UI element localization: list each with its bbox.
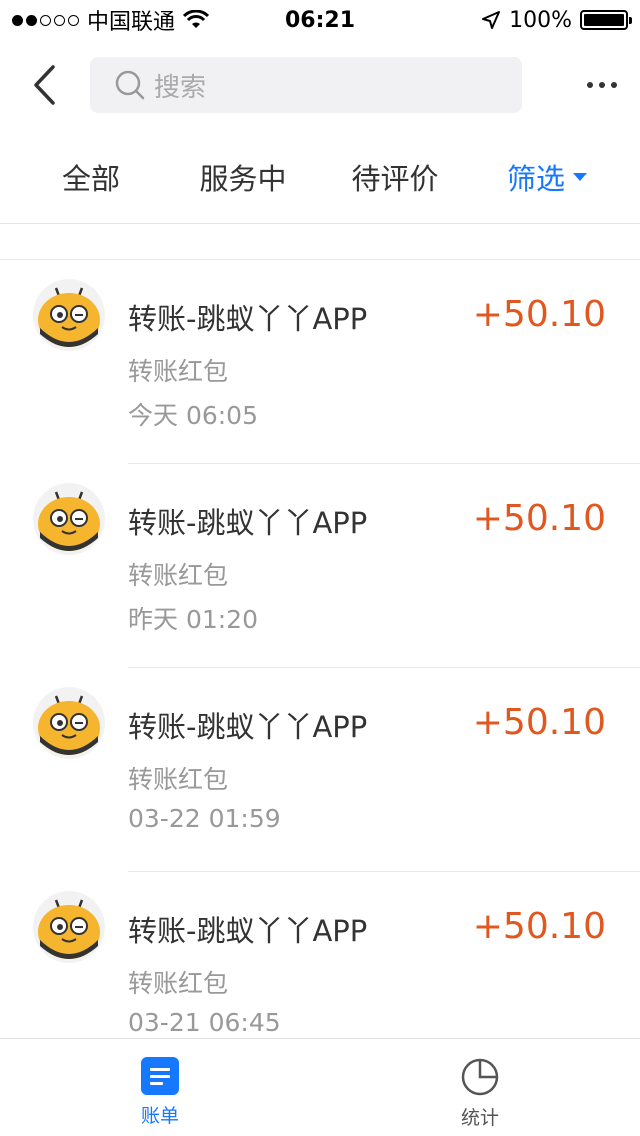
carrier-name: 中国联通 — [87, 10, 176, 35]
list-top-divider — [0, 224, 640, 260]
transaction-time: 03-21 06:45 — [128, 1008, 281, 1037]
transaction-time: 今天 06:05 — [128, 401, 258, 430]
nav-bar: 搜索 — [0, 40, 640, 130]
transaction-subtitle: 转账红包 — [128, 765, 229, 794]
battery-percent: 100% — [509, 7, 572, 33]
pie-chart-icon — [461, 1058, 499, 1096]
status-right: 100% — [481, 7, 632, 33]
location-arrow-icon — [482, 11, 501, 29]
tab-statistics[interactable]: 统计 — [320, 1039, 640, 1136]
tab-in-service[interactable]: 服务中 — [182, 156, 304, 198]
bee-avatar-icon — [33, 279, 105, 351]
transaction-row[interactable]: 转账-跳蚁丫丫APP +50.10 转账红包 03-21 06:45 — [0, 872, 640, 1038]
bee-avatar-icon — [33, 687, 105, 759]
transaction-title: 转账-跳蚁丫丫APP — [128, 710, 368, 744]
status-bar: 中国联通 06:21 100% — [0, 0, 640, 40]
more-options-button[interactable] — [564, 40, 640, 130]
transaction-amount: +50.10 — [472, 294, 606, 335]
search-icon — [115, 70, 145, 100]
more-dot-icon — [587, 82, 593, 88]
bill-page: 中国联通 06:21 100% 搜索 全部 服务中 待评价 筛选 转账-跳蚁丫丫… — [0, 0, 640, 1136]
transaction-row[interactable]: 转账-跳蚁丫丫APP +50.10 转账红包 昨天 01:20 — [0, 464, 640, 668]
transaction-time: 03-22 01:59 — [128, 804, 281, 833]
back-button[interactable] — [0, 40, 90, 130]
more-dot-icon — [599, 82, 605, 88]
bottom-tab-bar: 账单 统计 — [0, 1038, 640, 1136]
filter-tabs: 全部 服务中 待评价 筛选 — [0, 130, 640, 224]
bee-avatar-icon — [33, 891, 105, 963]
transaction-title: 转账-跳蚁丫丫APP — [128, 302, 368, 336]
transaction-time: 昨天 01:20 — [128, 605, 258, 634]
transaction-row[interactable]: 转账-跳蚁丫丫APP +50.10 转账红包 03-22 01:59 — [0, 668, 640, 872]
signal-strength-icon — [12, 14, 79, 26]
search-input[interactable]: 搜索 — [90, 57, 522, 113]
tab-statistics-label: 统计 — [460, 1107, 499, 1129]
transaction-subtitle: 转账红包 — [128, 969, 229, 998]
tab-bill-label: 账单 — [140, 1105, 179, 1127]
transaction-amount: +50.10 — [472, 702, 606, 743]
more-dot-icon — [611, 82, 617, 88]
tab-bill[interactable]: 账单 — [0, 1039, 320, 1136]
caret-down-icon — [573, 172, 587, 181]
tab-to-review[interactable]: 待评价 — [304, 156, 486, 198]
tab-filter[interactable]: 筛选 — [492, 156, 602, 198]
tab-all[interactable]: 全部 — [0, 156, 182, 198]
transaction-title: 转账-跳蚁丫丫APP — [128, 506, 368, 540]
search-placeholder: 搜索 — [154, 72, 207, 103]
transaction-amount: +50.10 — [472, 498, 606, 539]
transaction-title: 转账-跳蚁丫丫APP — [128, 914, 368, 948]
transaction-list: 转账-跳蚁丫丫APP +50.10 转账红包 今天 06:05 转账-跳蚁丫丫A… — [0, 260, 640, 1038]
bee-avatar-icon — [33, 483, 105, 555]
transaction-amount: +50.10 — [472, 906, 606, 947]
status-left: 中国联通 — [12, 4, 210, 36]
bill-icon — [141, 1057, 179, 1095]
filter-label: 筛选 — [506, 161, 565, 196]
transaction-row[interactable]: 转账-跳蚁丫丫APP +50.10 转账红包 今天 06:05 — [0, 260, 640, 464]
chevron-left-icon — [34, 65, 55, 105]
battery-icon — [580, 10, 632, 30]
transaction-subtitle: 转账红包 — [128, 357, 229, 386]
wifi-icon — [183, 10, 210, 28]
transaction-subtitle: 转账红包 — [128, 561, 229, 590]
